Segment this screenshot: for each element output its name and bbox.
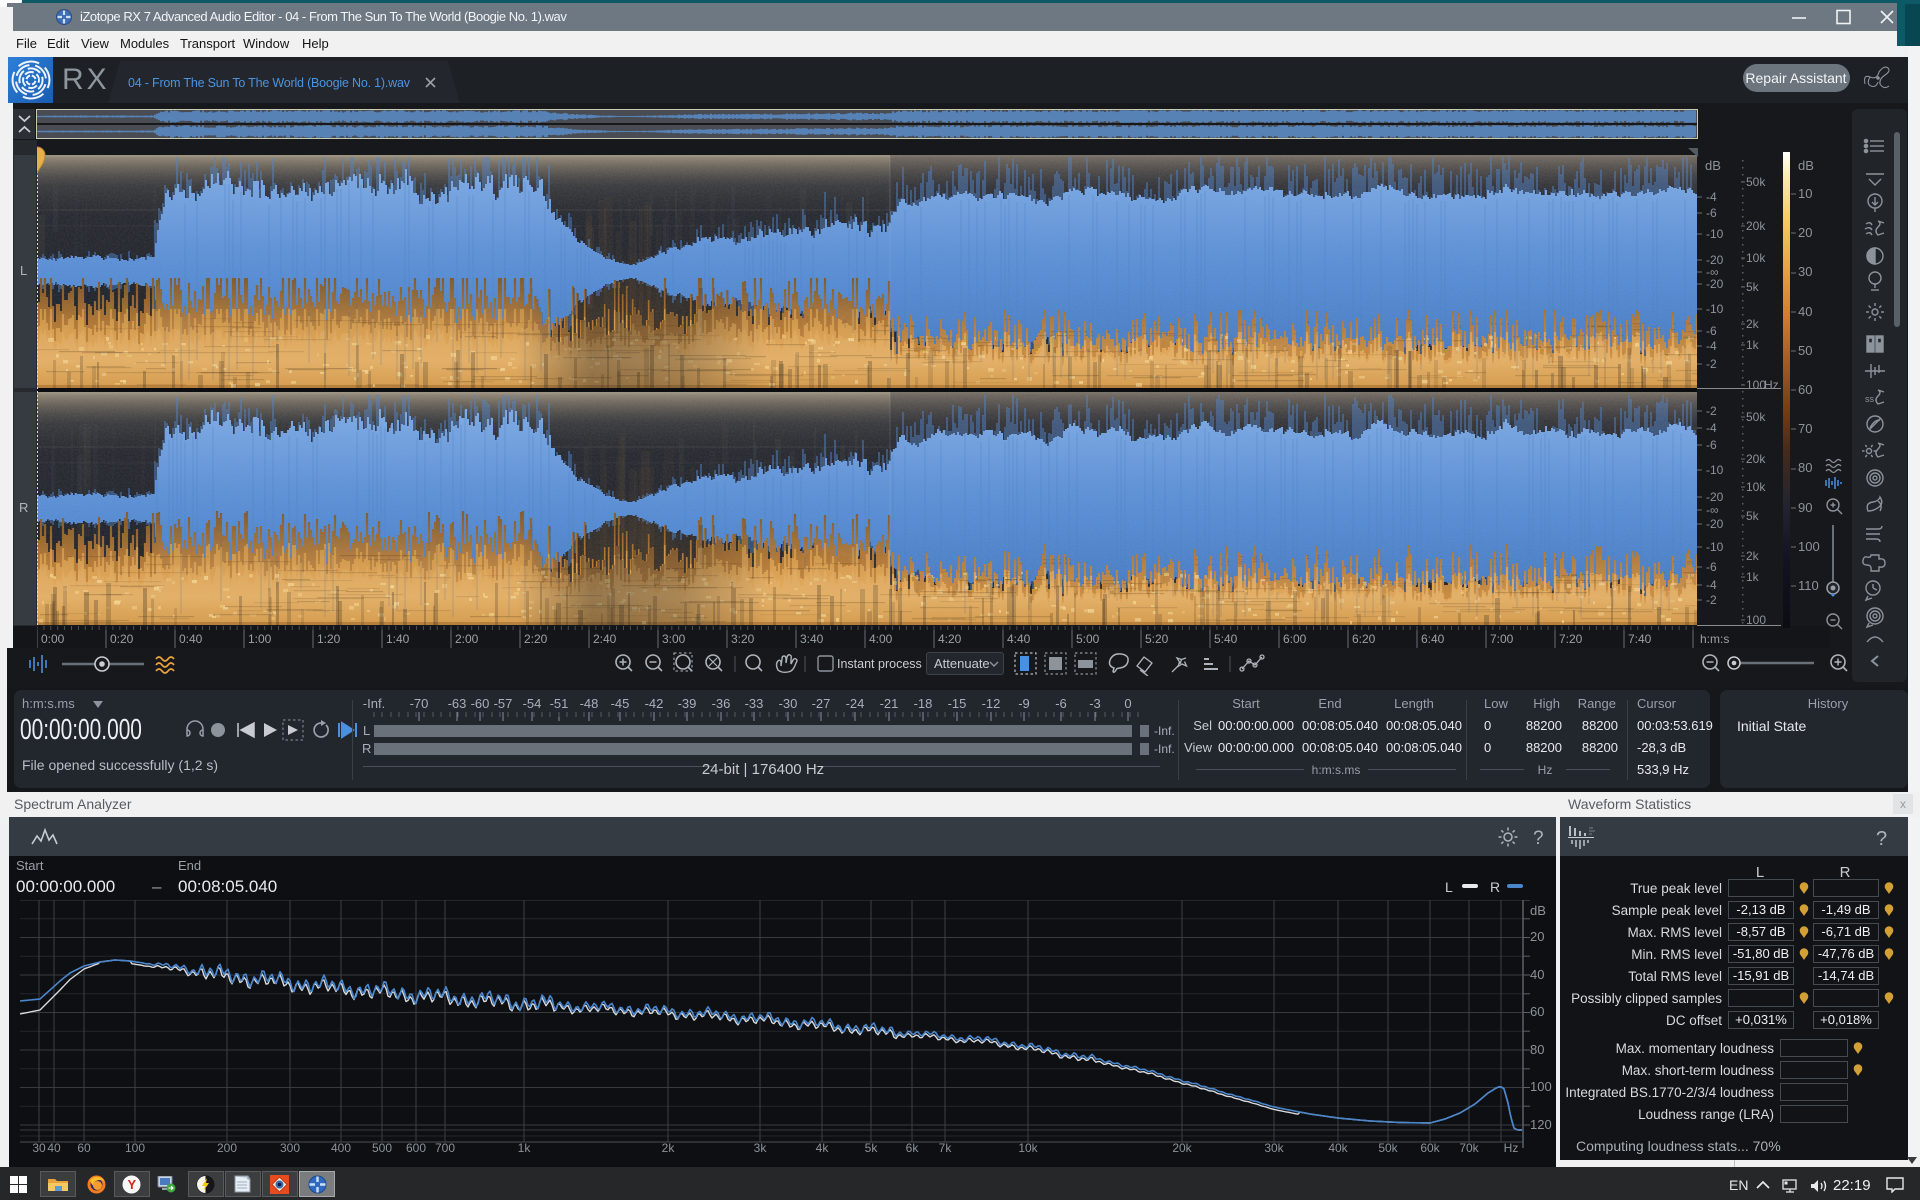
svg-text:ss: ss bbox=[1865, 394, 1875, 404]
svg-text:Y: Y bbox=[128, 1177, 137, 1192]
svg-text:?: ? bbox=[1533, 828, 1544, 848]
